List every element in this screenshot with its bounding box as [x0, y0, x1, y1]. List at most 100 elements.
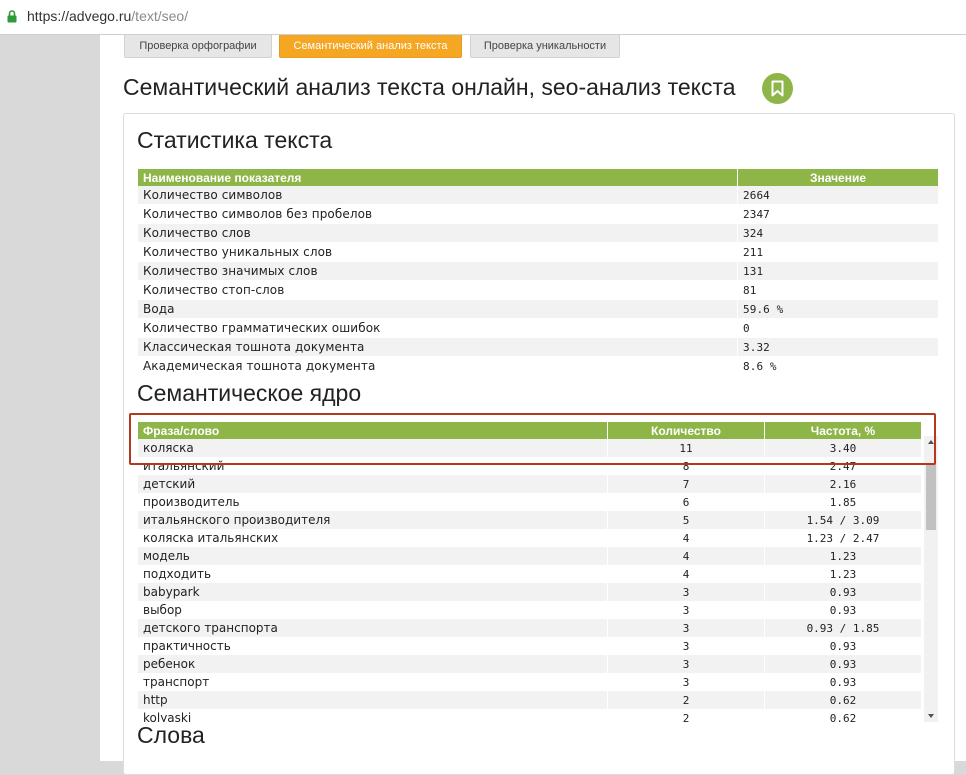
phrase: итальянского производителя [138, 511, 608, 529]
table-row: практичность 3 0.93 [138, 637, 922, 655]
core-col-phrase[interactable]: Фраза/слово [138, 422, 608, 439]
core-col-count[interactable]: Количество [607, 422, 765, 439]
table-row: http 2 0.62 [138, 691, 922, 709]
stat-value: 0 [737, 318, 939, 338]
frequency: 0.62 [764, 709, 922, 722]
count: 4 [607, 565, 765, 583]
stat-value: 324 [737, 223, 939, 243]
frequency: 0.93 [764, 583, 922, 601]
count: 11 [607, 439, 765, 457]
phrase: kolyaski [138, 709, 608, 722]
stat-value: 81 [737, 280, 939, 300]
frequency: 3.40 [764, 439, 922, 457]
page-content: Проверка орфографии Семантический анализ… [100, 35, 966, 775]
table-row: Вода 59.6 % [138, 299, 939, 319]
phrase: коляска [138, 439, 608, 457]
stat-name: Количество значимых слов [138, 261, 738, 281]
bookmark-button[interactable] [762, 73, 793, 104]
stat-name: Количество уникальных слов [138, 242, 738, 262]
stats-col-name: Наименование показателя [138, 169, 738, 186]
stat-name: Количество слов [138, 223, 738, 243]
tab-uniqueness-check[interactable]: Проверка уникальности [470, 35, 620, 58]
phrase: итальянский [138, 457, 608, 475]
frequency: 1.23 [764, 565, 922, 583]
stat-value: 2347 [737, 204, 939, 224]
table-row: детского транспорта 3 0.93 / 1.85 [138, 619, 922, 637]
count: 6 [607, 493, 765, 511]
phrase: транспорт [138, 673, 608, 691]
frequency: 0.93 [764, 601, 922, 619]
table-row: подходить 4 1.23 [138, 565, 922, 583]
left-margin [0, 35, 100, 761]
count: 5 [607, 511, 765, 529]
table-row: Классическая тошнота документа 3.32 [138, 337, 939, 357]
stat-value: 211 [737, 242, 939, 262]
stat-name: Вода [138, 299, 738, 319]
stat-value: 59.6 % [737, 299, 939, 319]
stat-value: 2664 [737, 186, 939, 205]
table-row: итальянского производителя 5 1.54 / 3.09 [138, 511, 922, 529]
stat-value: 8.6 % [737, 356, 939, 376]
scroll-thumb[interactable] [926, 464, 936, 530]
table-row: производитель 6 1.85 [138, 493, 922, 511]
table-row: kolyaski 2 0.62 [138, 709, 922, 722]
bookmark-icon [771, 80, 784, 97]
address-bar[interactable]: https://advego.ru/text/seo/ [0, 0, 966, 35]
count: 7 [607, 475, 765, 493]
table-row: итальянский 8 2.47 [138, 457, 922, 475]
core-title: Семантическое ядро [137, 380, 362, 406]
count: 3 [607, 655, 765, 673]
results-panel: Статистика текста Наименование показател… [123, 113, 955, 775]
core-table: Фраза/слово Количество Частота, % коляск… [138, 422, 922, 722]
table-row: выбор 3 0.93 [138, 601, 922, 619]
frequency: 0.93 / 1.85 [764, 619, 922, 637]
core-table-scrollbar[interactable] [924, 436, 938, 722]
phrase: модель [138, 547, 608, 565]
count: 3 [607, 601, 765, 619]
url-path: /text/seo/ [131, 8, 189, 24]
stats-header-row: Наименование показателя Значение [138, 169, 939, 186]
count: 4 [607, 529, 765, 547]
scroll-up-arrow-icon[interactable] [927, 438, 935, 446]
table-row: коляска 11 3.40 [138, 439, 922, 457]
frequency: 2.47 [764, 457, 922, 475]
phrase: детский [138, 475, 608, 493]
table-row: Количество стоп-слов 81 [138, 280, 939, 300]
count: 2 [607, 691, 765, 709]
table-row: детский 7 2.16 [138, 475, 922, 493]
phrase: подходить [138, 565, 608, 583]
stat-name: Академическая тошнота документа [138, 356, 738, 376]
words-title: Слова [137, 722, 205, 748]
table-row: Количество грамматических ошибок 0 [138, 318, 939, 338]
core-table-scroll[interactable]: Фраза/слово Количество Частота, % коляск… [138, 422, 938, 722]
stats-table: Наименование показателя Значение Количес… [138, 169, 939, 376]
count: 8 [607, 457, 765, 475]
stat-name: Количество стоп-слов [138, 280, 738, 300]
phrase: коляска итальянских [138, 529, 608, 547]
frequency: 0.62 [764, 691, 922, 709]
table-row: babypark 3 0.93 [138, 583, 922, 601]
table-row: Количество уникальных слов 211 [138, 242, 939, 262]
stat-name: Количество символов без пробелов [138, 204, 738, 224]
stat-value: 3.32 [737, 337, 939, 357]
url-text[interactable]: https://advego.ru/text/seo/ [27, 8, 188, 24]
table-row: ребенок 3 0.93 [138, 655, 922, 673]
core-col-freq[interactable]: Частота, % [764, 422, 922, 439]
table-row: Количество символов без пробелов 2347 [138, 204, 939, 224]
frequency: 1.54 / 3.09 [764, 511, 922, 529]
phrase: babypark [138, 583, 608, 601]
table-row: транспорт 3 0.93 [138, 673, 922, 691]
stat-name: Количество грамматических ошибок [138, 318, 738, 338]
tab-spellcheck[interactable]: Проверка орфографии [124, 35, 272, 58]
stat-value: 131 [737, 261, 939, 281]
stats-title: Статистика текста [137, 127, 333, 153]
frequency: 1.23 / 2.47 [764, 529, 922, 547]
frequency: 0.93 [764, 637, 922, 655]
phrase: выбор [138, 601, 608, 619]
stats-col-value: Значение [737, 169, 939, 186]
phrase: практичность [138, 637, 608, 655]
scroll-down-arrow-icon[interactable] [927, 712, 935, 720]
tab-semantic-analysis[interactable]: Семантический анализ текста [279, 35, 462, 58]
frequency: 1.85 [764, 493, 922, 511]
frequency: 2.16 [764, 475, 922, 493]
